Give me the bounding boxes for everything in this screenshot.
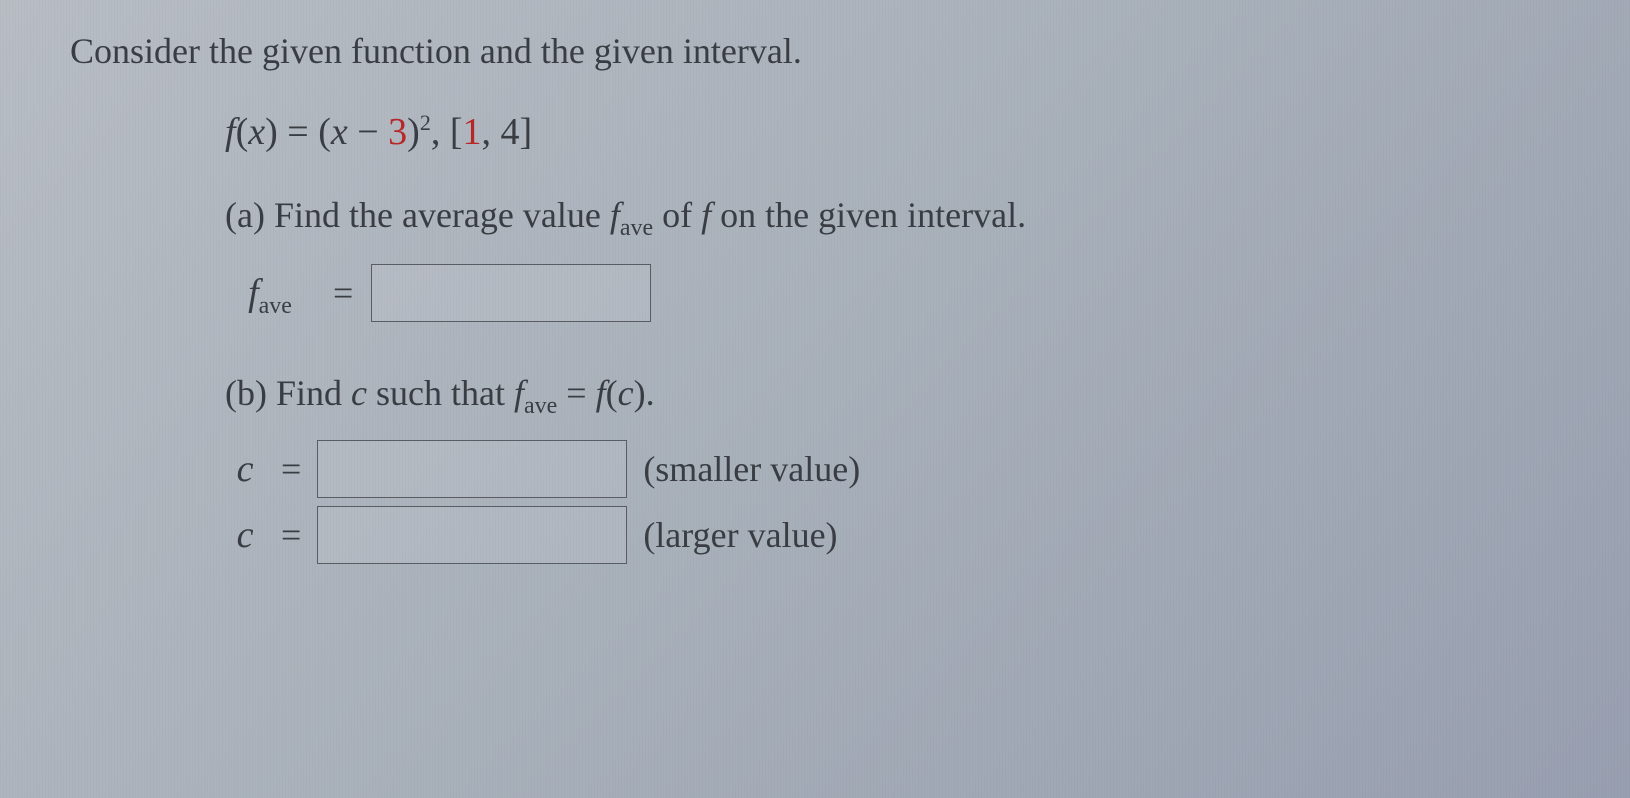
fave-label: fave — [225, 271, 315, 315]
c-larger-input[interactable] — [317, 506, 627, 564]
interval-end: 4 — [500, 111, 519, 153]
smaller-value-label: (smaller value) — [643, 448, 860, 490]
equals-sign: = — [333, 272, 353, 314]
larger-value-label: (larger value) — [643, 514, 837, 556]
fave-answer-row: fave = — [225, 264, 1560, 322]
c-label-smaller: c — [225, 447, 265, 491]
part-a-prompt: (a) Find the average value fave of f on … — [225, 194, 1560, 236]
c-larger-row: c = (larger value) — [225, 506, 1560, 564]
equals-sign: = — [281, 448, 301, 490]
equals-sign: = — [281, 514, 301, 556]
exponent: 2 — [420, 110, 431, 135]
constant-three: 3 — [388, 111, 407, 153]
function-definition: f(x) = (x − 3)2, [1, 4] — [225, 110, 1560, 154]
fave-input[interactable] — [371, 264, 651, 322]
problem-intro: Consider the given function and the give… — [70, 30, 1560, 72]
c-smaller-row: c = (smaller value) — [225, 440, 1560, 498]
interval-start: 1 — [462, 111, 481, 153]
c-label-larger: c — [225, 513, 265, 557]
part-b-prompt: (b) Find c such that fave = f(c). — [225, 372, 1560, 414]
c-smaller-input[interactable] — [317, 440, 627, 498]
f-symbol: f — [225, 111, 236, 153]
